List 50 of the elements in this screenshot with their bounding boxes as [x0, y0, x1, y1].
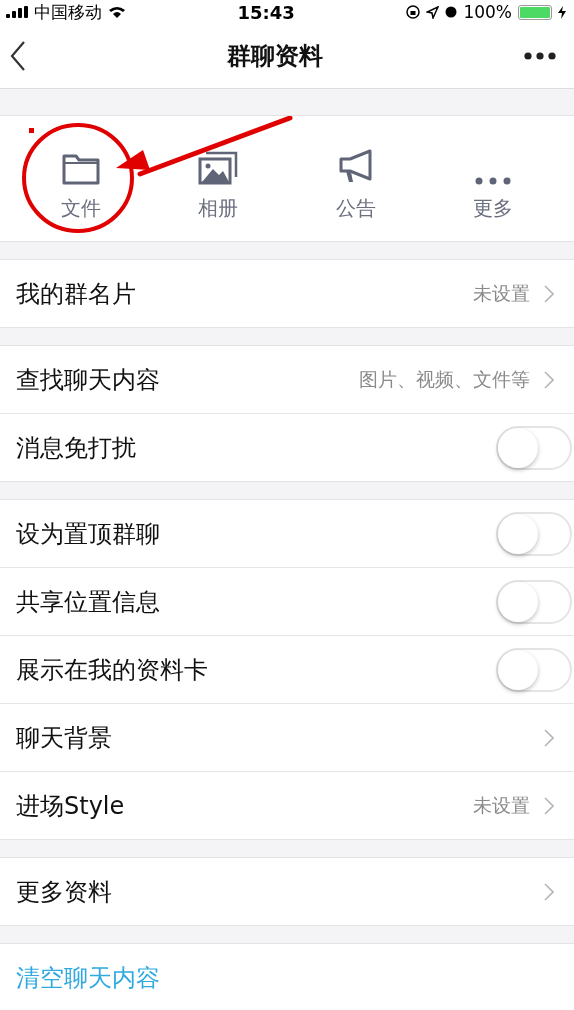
row-value: 未设置	[473, 792, 530, 818]
settings-row[interactable]: 查找聊天内容 图片、视频、文件等	[0, 346, 574, 413]
shortcut-button[interactable]: 更多	[448, 135, 539, 222]
carrier-name: 中国移动	[34, 0, 102, 24]
clock-time: 15:43	[237, 1, 295, 23]
chevron-icon	[544, 370, 554, 389]
settings-row[interactable]: 聊天背景	[0, 703, 574, 771]
settings-row[interactable]: 我的群名片 未设置	[0, 260, 574, 327]
chevron-icon	[544, 728, 554, 747]
battery-icon	[518, 4, 552, 20]
row-label: 进场Style	[16, 790, 126, 822]
row-label: 聊天背景	[16, 722, 113, 754]
toggle-switch[interactable]	[496, 579, 572, 624]
location-icon	[426, 5, 440, 19]
shortcut-button[interactable]: 相册	[173, 135, 264, 222]
settings-row[interactable]: 进场Style 未设置	[0, 771, 574, 839]
chevron-icon	[544, 284, 554, 303]
row-label: 消息免打扰	[16, 432, 137, 464]
megaphone-icon	[337, 148, 374, 185]
settings-row[interactable]: 共享位置信息	[0, 567, 574, 635]
signal-icon	[6, 6, 28, 18]
folder-icon	[61, 152, 100, 185]
row-value: 未设置	[473, 280, 530, 306]
row-label: 我的群名片	[16, 278, 137, 310]
toggle-switch[interactable]	[496, 647, 572, 692]
row-label: 更多资料	[16, 876, 113, 908]
row-label: 查找聊天内容	[16, 364, 161, 396]
settings-row[interactable]: 更多资料	[0, 858, 574, 925]
row-label: 展示在我的资料卡	[16, 654, 209, 686]
row-label: 设为置顶群聊	[16, 518, 161, 550]
back-icon[interactable]	[10, 41, 26, 71]
more-icon	[475, 176, 512, 185]
battery-percent: 100%	[463, 2, 512, 22]
action-label: 清空聊天内容	[16, 962, 161, 994]
charging-icon	[558, 5, 566, 19]
shortcut-button[interactable]: 公告	[310, 135, 401, 222]
more-icon[interactable]	[524, 52, 556, 60]
toggle-switch[interactable]	[496, 425, 572, 470]
page-title: 群聊资料	[227, 41, 323, 72]
toggle-switch[interactable]	[496, 511, 572, 556]
wifi-icon	[108, 6, 126, 18]
chevron-icon	[544, 796, 554, 815]
row-value: 图片、视频、文件等	[359, 366, 530, 392]
settings-row[interactable]: 设为置顶群聊	[0, 500, 574, 567]
settings-row[interactable]: 消息免打扰	[0, 413, 574, 481]
chevron-icon	[544, 882, 554, 901]
photo-stack-icon	[198, 150, 239, 185]
settings-row[interactable]: 展示在我的资料卡	[0, 635, 574, 703]
row-label: 共享位置信息	[16, 586, 161, 618]
rotation-lock-icon	[406, 5, 421, 19]
